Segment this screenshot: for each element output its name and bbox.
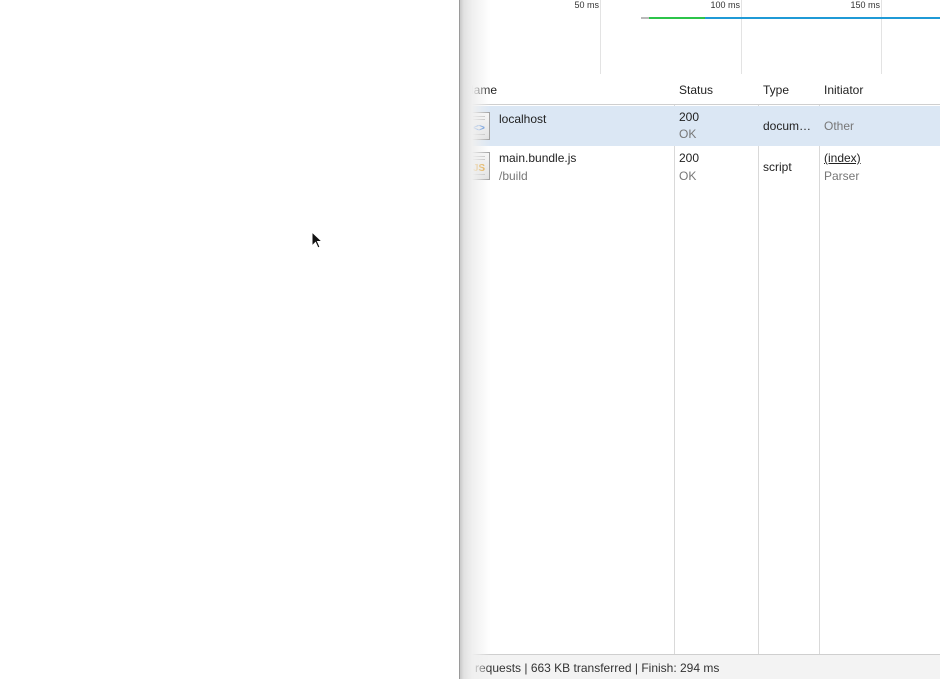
timeline-green-bar [649, 17, 705, 19]
header-name[interactable]: Name [465, 83, 497, 97]
html-document-icon: <> [468, 112, 490, 140]
status-code: 200 [679, 110, 700, 124]
tick-label-50ms: 50 ms [574, 0, 599, 10]
requests-table: Name Status Type Initiator <> localhost … [460, 74, 940, 654]
mouse-cursor-icon [311, 231, 323, 249]
status-code: 200 [679, 151, 700, 165]
initiator-detail: Parser [824, 169, 860, 183]
header-type[interactable]: Type [763, 83, 789, 97]
summary-text: 2 requests | 663 KB transferred | Finish… [465, 661, 720, 675]
table-header: Name Status Type Initiator [460, 74, 940, 105]
header-initiator[interactable]: Initiator [824, 83, 863, 97]
timeline-overview[interactable]: 50 ms 100 ms 150 ms [460, 0, 940, 75]
header-status[interactable]: Status [679, 83, 713, 97]
timeline-blue-bar [705, 17, 940, 19]
status-text: OK [679, 127, 697, 141]
page-viewport [0, 0, 459, 679]
table-row[interactable]: JS main.bundle.js /build 200 OK script (… [460, 146, 940, 186]
timeline-waiting-bar [641, 17, 649, 19]
request-name: main.bundle.js [499, 151, 577, 165]
tick-line [741, 0, 742, 74]
js-file-icon: JS [468, 152, 490, 180]
timeline-blue-mark [461, 17, 468, 19]
request-initiator: Other [824, 119, 855, 133]
request-type: script [763, 160, 792, 174]
status-text: OK [679, 169, 697, 183]
table-row[interactable]: <> localhost 200 OK docum… Other [460, 106, 940, 146]
request-path: /build [499, 169, 528, 183]
tick-label-150ms: 150 ms [850, 0, 880, 10]
tick-line [881, 0, 882, 74]
timeline-marker [460, 0, 463, 16]
initiator-link[interactable]: (index) [824, 151, 861, 165]
tick-label-100ms: 100 ms [710, 0, 740, 10]
network-summary-bar: 2 requests | 663 KB transferred | Finish… [460, 654, 940, 679]
request-type: docum… [763, 119, 812, 133]
request-name: localhost [499, 112, 547, 126]
timeline-red-mark [460, 40, 462, 46]
tick-line [600, 0, 601, 74]
devtools-network-panel: 50 ms 100 ms 150 ms Name Status Type Ini… [459, 0, 940, 679]
